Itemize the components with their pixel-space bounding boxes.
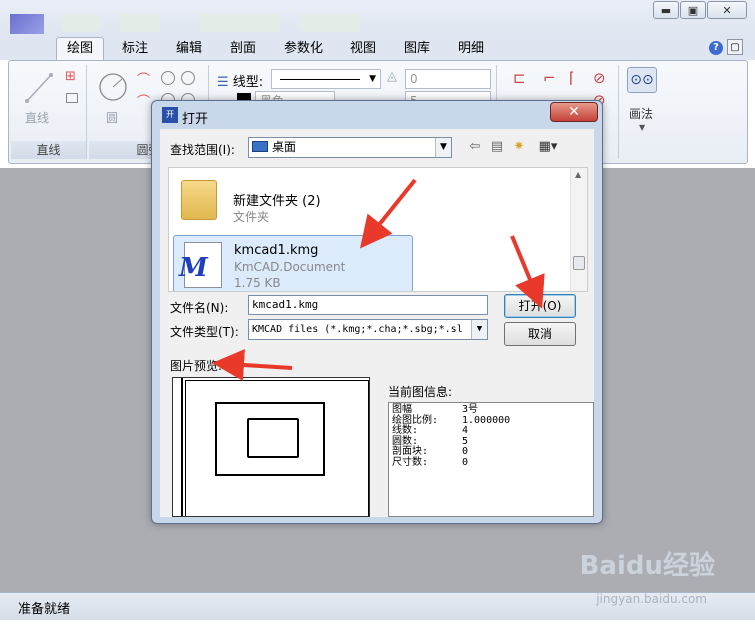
look-in-select[interactable]: 桌面 ▼ bbox=[248, 137, 452, 158]
app-logo bbox=[10, 14, 44, 34]
window-controls: ▬ ▣ ✕ bbox=[653, 1, 747, 19]
dialog-title: 打开 bbox=[182, 112, 209, 127]
binoculars-icon[interactable]: ⊙⊙ bbox=[627, 67, 657, 93]
tab-library[interactable]: 图库 bbox=[404, 39, 430, 59]
blurred-region bbox=[200, 14, 280, 32]
scroll-thumb[interactable] bbox=[573, 256, 585, 270]
filename-input[interactable]: kmcad1.kmg bbox=[248, 295, 488, 315]
maximize-icon[interactable]: ▣ bbox=[680, 1, 706, 19]
line-tool-label[interactable]: 直线 bbox=[25, 109, 49, 126]
arc-three-point-icon[interactable]: ⌒ bbox=[137, 91, 150, 110]
drawing-method-label[interactable]: 画法 bbox=[629, 105, 653, 122]
layer-icon[interactable]: ◬ bbox=[387, 69, 397, 84]
info-row: 图幅 3号 bbox=[392, 404, 479, 415]
filetype-select[interactable]: KMCAD files (*.kmg;*.cha;*.sbg;*.sl ▼ bbox=[248, 319, 488, 340]
circle-small-icon[interactable] bbox=[161, 71, 175, 85]
line-tool-icon[interactable] bbox=[25, 73, 53, 103]
minimize-icon[interactable]: ▬ bbox=[653, 1, 679, 19]
look-in-value: 桌面 bbox=[272, 140, 297, 154]
open-dialog: 开 打开 ✕ 查找范围(I): 桌面 ▼ ⇦ ▤ ✷ ▦▾ 新建文件夹 (2) … bbox=[151, 100, 603, 524]
tab-details[interactable]: 明细 bbox=[458, 39, 484, 59]
circle-tool-icon[interactable] bbox=[97, 71, 129, 103]
chevron-down-icon[interactable]: ▼ bbox=[435, 138, 451, 157]
cancel-button[interactable]: 取消 bbox=[504, 322, 576, 346]
view-menu-icon[interactable]: ▦▾ bbox=[534, 139, 562, 155]
file-name: 新建文件夹 (2) bbox=[233, 194, 321, 209]
list-item-selected[interactable]: M kmcad1.kmg KmCAD.Document 1.75 KB bbox=[173, 235, 413, 291]
file-size: 1.75 KB bbox=[234, 276, 281, 290]
watermark-url: jingyan.baidu.com bbox=[596, 592, 707, 606]
image-preview bbox=[172, 377, 370, 517]
kmg-file-icon: M bbox=[179, 242, 222, 288]
scroll-up-icon[interactable]: ▲ bbox=[575, 170, 581, 179]
tab-section[interactable]: 剖面 bbox=[230, 39, 256, 59]
file-name: kmcad1.kmg bbox=[234, 243, 319, 258]
arc-icon[interactable]: ⌒ bbox=[137, 69, 150, 88]
window-close-icon[interactable]: ✕ bbox=[707, 1, 747, 19]
drawing-method-group: ⊙⊙ 画法 ▼ bbox=[623, 65, 665, 159]
chamfer-icon[interactable]: ⌈ bbox=[569, 69, 575, 87]
info-row: 剖面块: 0 bbox=[392, 446, 469, 457]
list-item[interactable]: 新建文件夹 (2) 文件夹 bbox=[173, 170, 413, 228]
dialog-app-icon: 开 bbox=[162, 107, 178, 123]
info-row: 尺寸数: 0 bbox=[392, 456, 469, 468]
file-type: KmCAD.Document bbox=[234, 260, 346, 274]
tab-view[interactable]: 视图 bbox=[350, 39, 376, 59]
tab-dimension[interactable]: 标注 bbox=[122, 39, 148, 59]
linetype-label: ☰ 线型: bbox=[217, 75, 264, 90]
folder-icon bbox=[181, 180, 217, 220]
tab-edit[interactable]: 编辑 bbox=[176, 39, 202, 59]
tab-draw[interactable]: 绘图 bbox=[56, 37, 105, 60]
filetype-value: KMCAD files (*.kmg;*.cha;*.sbg;*.sl bbox=[252, 324, 463, 335]
value-field[interactable]: 0 bbox=[405, 69, 491, 89]
linetype-select[interactable]: ▼ bbox=[271, 69, 381, 89]
chevron-down-icon[interactable]: ▼ bbox=[471, 320, 487, 339]
rectangle-red-icon[interactable]: ⊞ bbox=[65, 69, 76, 84]
circle-small-icon[interactable] bbox=[181, 71, 195, 85]
dialog-body: 查找范围(I): 桌面 ▼ ⇦ ▤ ✷ ▦▾ 新建文件夹 (2) 文件夹 M k… bbox=[160, 129, 594, 517]
blurred-region bbox=[300, 14, 360, 32]
filename-label: 文件名(N): bbox=[170, 301, 229, 315]
desktop-icon bbox=[252, 141, 268, 152]
preview-label: 图片预览: bbox=[170, 359, 223, 373]
dialog-close-icon[interactable]: ✕ bbox=[550, 102, 598, 122]
filetype-label: 文件类型(T): bbox=[170, 325, 239, 339]
polyline-icon[interactable]: ⊏ bbox=[513, 69, 526, 87]
scrollbar[interactable]: ▲ bbox=[570, 168, 587, 291]
chevron-down-icon[interactable]: ▼ bbox=[639, 123, 645, 132]
info-row: 线数: 4 bbox=[392, 425, 469, 436]
help-icon[interactable]: ? bbox=[709, 41, 723, 55]
info-row: 绘图比例: 1.000000 bbox=[392, 414, 511, 426]
watermark-logo: Baidu经验 bbox=[579, 551, 715, 581]
ribbon-restore-icon[interactable]: ▢ bbox=[727, 39, 743, 55]
fillet-icon[interactable]: ⌐ bbox=[543, 69, 556, 87]
blurred-region bbox=[120, 14, 160, 32]
look-in-label: 查找范围(I): bbox=[170, 143, 235, 157]
line-group-label: 直线 bbox=[11, 141, 86, 159]
preview-border-line bbox=[181, 378, 183, 516]
rectangle-icon[interactable] bbox=[66, 93, 78, 103]
up-folder-icon[interactable]: ▤ bbox=[488, 139, 506, 155]
title-bar: ▬ ▣ ✕ bbox=[0, 0, 755, 36]
circle-tool-label[interactable]: 圆 bbox=[106, 109, 118, 126]
info-label: 当前图信息: bbox=[388, 385, 453, 399]
new-folder-icon[interactable]: ✷ bbox=[510, 139, 528, 155]
drawing-info-panel: 图幅 3号 绘图比例: 1.000000 线数: 4 圆数: 5 剖面块: 0 尺寸数:… bbox=[388, 402, 594, 517]
status-text: 准备就绪 bbox=[18, 602, 71, 617]
preview-inner-rect bbox=[247, 418, 299, 458]
file-list[interactable]: 新建文件夹 (2) 文件夹 M kmcad1.kmg KmCAD.Documen… bbox=[168, 167, 588, 292]
open-button[interactable]: 打开(O) bbox=[504, 294, 576, 318]
back-icon[interactable]: ⇦ bbox=[466, 139, 484, 155]
file-type: 文件夹 bbox=[233, 210, 270, 224]
blurred-region bbox=[62, 14, 100, 32]
ribbon-tab-bar: 绘图 标注 编辑 剖面 参数化 视图 图库 明细 ? ▢ bbox=[0, 36, 755, 60]
ellipse-icon[interactable]: ⊘ bbox=[593, 69, 606, 87]
dialog-title-bar[interactable]: 开 打开 ✕ bbox=[152, 101, 602, 129]
line-group: 直线 ⊞ 直线 bbox=[11, 65, 87, 159]
tab-parametric[interactable]: 参数化 bbox=[284, 39, 323, 59]
